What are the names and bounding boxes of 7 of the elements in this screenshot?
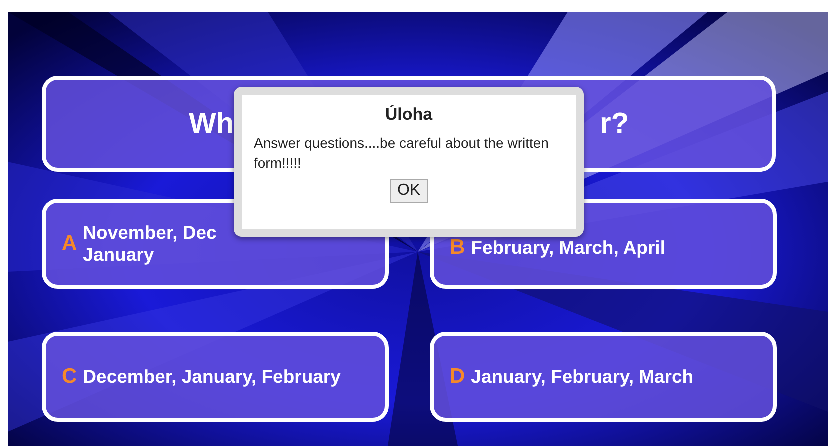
answer-option[interactable]: D January, February, March	[430, 332, 777, 422]
ok-button[interactable]: OK	[390, 179, 428, 203]
answer-option[interactable]: C December, January, February	[42, 332, 389, 422]
question-text: Wh	[188, 108, 234, 140]
dialog-message: Answer questions....be careful about the written form!!!!!	[254, 134, 550, 173]
dialog-title: Úloha	[384, 105, 434, 125]
question-text: r?	[600, 108, 630, 140]
